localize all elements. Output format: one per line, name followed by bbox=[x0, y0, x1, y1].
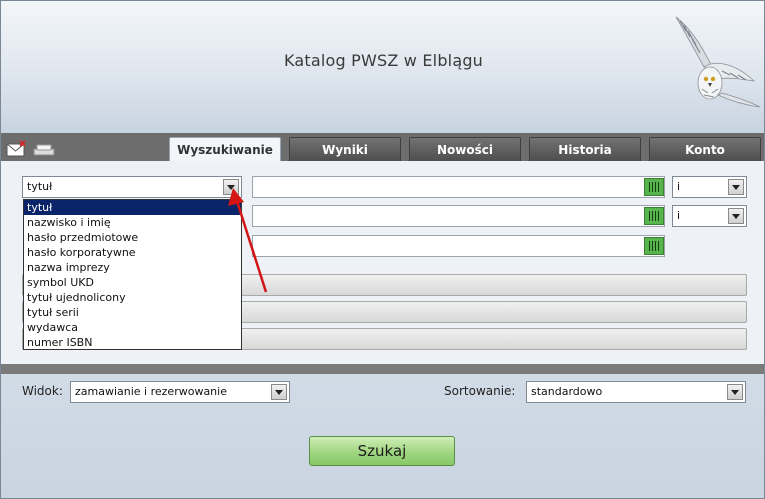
chevron-down-icon[interactable] bbox=[728, 179, 744, 195]
dropdown-option[interactable]: wydawca bbox=[24, 320, 241, 335]
view-select[interactable]: zamawianie i rezerwowanie bbox=[70, 381, 290, 403]
dropdown-option[interactable]: hasło przedmiotowe bbox=[24, 230, 241, 245]
owl-logo-icon bbox=[675, 16, 761, 108]
search-input-2[interactable] bbox=[252, 205, 665, 227]
operator-value-2: i bbox=[677, 209, 681, 222]
sort-label: Sortowanie: bbox=[444, 384, 516, 398]
chevron-down-icon[interactable] bbox=[271, 384, 287, 400]
tab-wyszukiwanie[interactable]: Wyszukiwanie bbox=[169, 137, 281, 162]
chevron-down-icon[interactable] bbox=[728, 208, 744, 224]
tab-nowosci[interactable]: Nowości bbox=[409, 137, 521, 161]
dropdown-option[interactable]: hasło korporatywne bbox=[24, 245, 241, 260]
chevron-down-icon[interactable] bbox=[223, 179, 239, 195]
tab-wyniki[interactable]: Wyniki bbox=[289, 137, 401, 161]
email-icon[interactable] bbox=[6, 140, 26, 157]
search-field-value: tytuł bbox=[27, 180, 53, 193]
search-field-select[interactable]: tytuł bbox=[22, 176, 242, 198]
dropdown-option[interactable]: nazwisko i imię bbox=[24, 215, 241, 230]
tab-konto[interactable]: Konto bbox=[649, 137, 761, 161]
keyboard-icon[interactable] bbox=[644, 237, 664, 255]
sort-value: standardowo bbox=[531, 385, 603, 398]
search-input-3[interactable] bbox=[252, 235, 665, 257]
dropdown-option[interactable]: tytuł bbox=[24, 200, 241, 215]
view-value: zamawianie i rezerwowanie bbox=[75, 385, 227, 398]
operator-select-2[interactable]: i bbox=[672, 205, 747, 227]
search-input-1[interactable] bbox=[252, 176, 665, 198]
operator-value-1: i bbox=[677, 180, 681, 193]
search-field-dropdown[interactable]: tytuł nazwisko i imię hasło przedmiotowe… bbox=[23, 199, 242, 350]
print-icon[interactable] bbox=[33, 144, 55, 156]
keyboard-icon[interactable] bbox=[644, 178, 664, 196]
operator-select-1[interactable]: i bbox=[672, 176, 747, 198]
page-title: Katalog PWSZ w Elblągu bbox=[283, 51, 484, 70]
header: Katalog PWSZ w Elblągu bbox=[1, 1, 764, 133]
dropdown-option[interactable]: tytuł serii bbox=[24, 305, 241, 320]
toolbar-tools bbox=[6, 140, 55, 157]
panel-separator bbox=[1, 364, 764, 374]
view-label: Widok: bbox=[22, 384, 63, 398]
sort-select[interactable]: standardowo bbox=[526, 381, 746, 403]
dropdown-option[interactable]: symbol UKD bbox=[24, 275, 241, 290]
keyboard-icon[interactable] bbox=[644, 207, 664, 225]
chevron-down-icon[interactable] bbox=[727, 384, 743, 400]
dropdown-option[interactable]: nazwa imprezy bbox=[24, 260, 241, 275]
tab-historia[interactable]: Historia bbox=[529, 137, 641, 161]
dropdown-option[interactable]: tytuł ujednolicony bbox=[24, 290, 241, 305]
search-button[interactable]: Szukaj bbox=[309, 436, 455, 466]
dropdown-option[interactable]: numer ISBN bbox=[24, 335, 241, 350]
